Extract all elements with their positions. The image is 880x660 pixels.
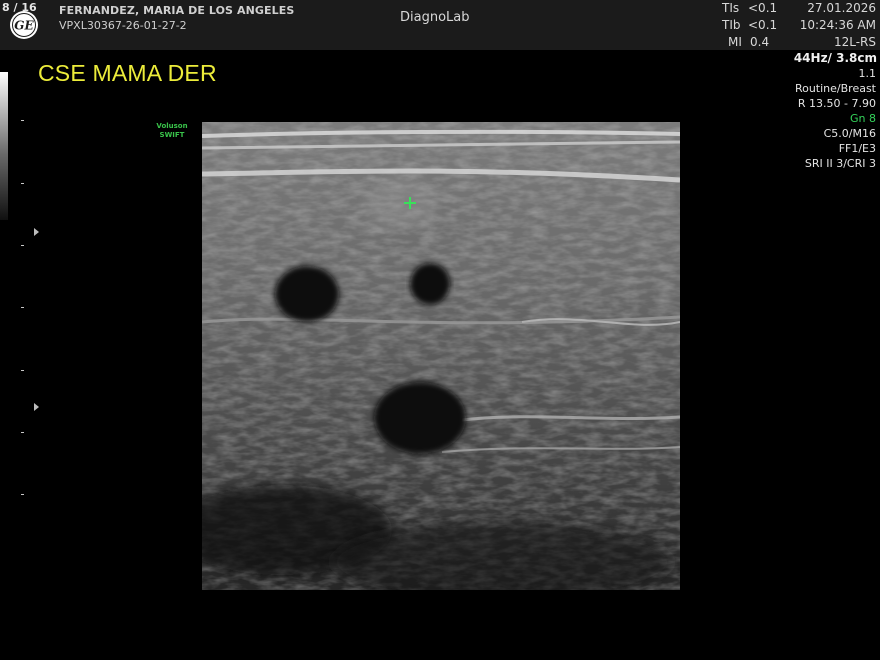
focus-marker-icon[interactable]	[34, 228, 39, 236]
depth-tick	[21, 245, 24, 246]
patient-name: FERNANDEZ, MARIA DE LOS ANGELES	[59, 4, 295, 17]
zoom-value: 1.1	[858, 67, 877, 80]
ge-logo-icon: GE	[10, 11, 38, 39]
grayscale-bar	[0, 72, 8, 220]
preset-name: Routine/Breast	[794, 82, 876, 95]
tib-label: TIb	[722, 18, 741, 32]
depth-tick	[21, 370, 24, 371]
depth-tick	[21, 307, 24, 308]
exam-date: 27.01.2026	[807, 1, 876, 15]
tis-label: TIs	[722, 1, 740, 15]
depth-tick	[21, 120, 24, 121]
depth-tick	[21, 494, 24, 495]
brand-line-1: Voluson	[156, 122, 188, 130]
mi-label: MI	[728, 35, 742, 49]
frequency-depth: 44Hz/ 3.8cm	[793, 51, 877, 65]
logo-text: GE	[14, 19, 34, 33]
brand-line-2: SWIFT	[159, 131, 185, 139]
range-value: R 13.50 - 7.90	[797, 97, 876, 110]
annotation-title: CSE MAMA DER	[38, 60, 217, 86]
depth-tick	[21, 432, 24, 433]
ff-value: FF1/E3	[838, 142, 876, 155]
mi-value: 0.4	[750, 35, 770, 49]
gain-value: Gn 8	[850, 112, 876, 125]
tis-value: <0.1	[748, 1, 778, 15]
depth-tick	[21, 183, 24, 184]
top-info-bar: 8 / 16 GE FERNANDEZ, MARIA DE LOS ANGELE…	[0, 0, 880, 50]
c-value: C5.0/M16	[823, 127, 876, 140]
site-name: DiagnoLab	[400, 10, 470, 25]
ultrasound-image[interactable]	[202, 122, 680, 590]
tib-value: <0.1	[748, 18, 778, 32]
probe-name: 12L-RS	[833, 35, 876, 49]
voluson-swift-logo: Voluson SWIFT	[150, 122, 194, 140]
exam-time: 10:24:36 AM	[799, 18, 876, 32]
sri-value: SRI II 3/CRI 3	[804, 157, 876, 170]
patient-id: VPXL30367-26-01-27-2	[59, 19, 187, 32]
focus-marker-icon[interactable]	[34, 403, 39, 411]
